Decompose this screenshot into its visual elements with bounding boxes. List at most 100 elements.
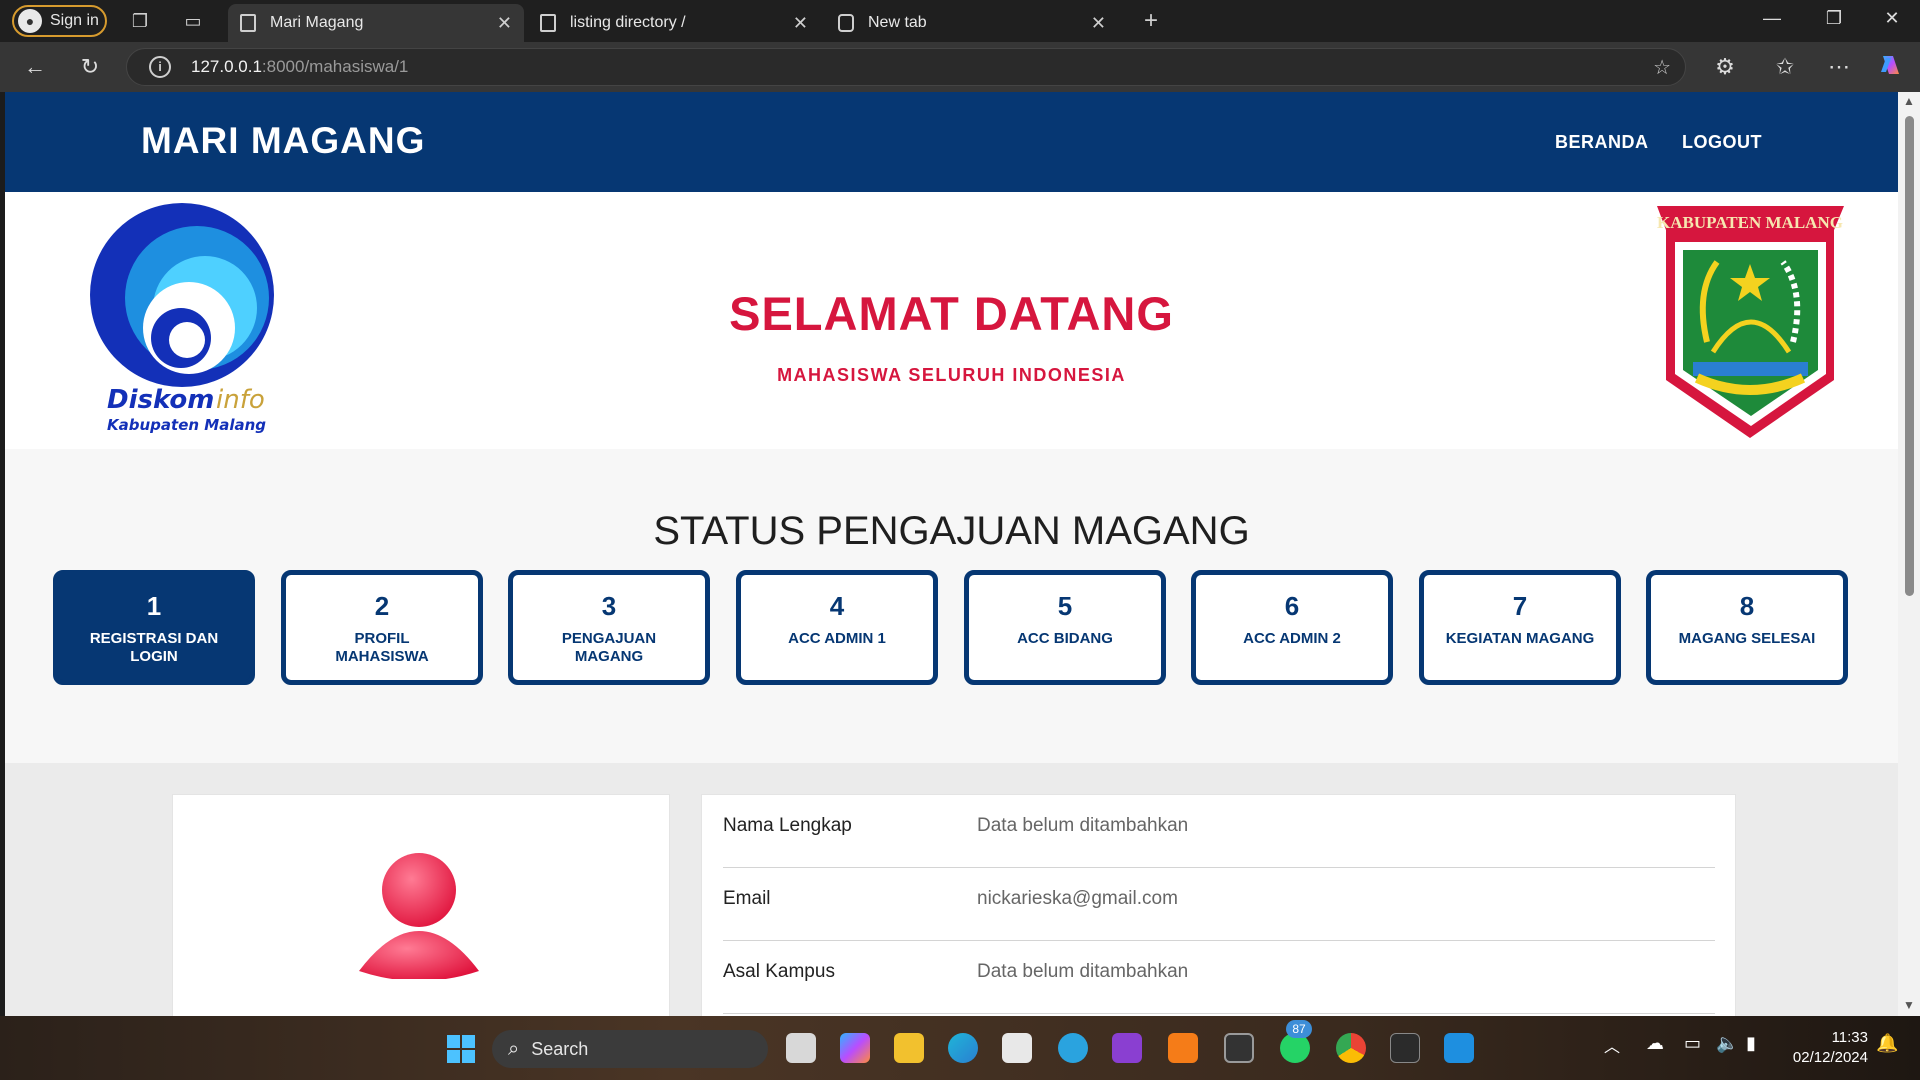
- step-number: 8: [1739, 591, 1755, 621]
- step-label: PENGAJUAN MAGANG: [561, 630, 657, 665]
- site-info-icon[interactable]: i: [149, 56, 171, 78]
- clock-date: 02/12/2024: [1792, 1049, 1868, 1066]
- telegram-icon[interactable]: [1058, 1033, 1088, 1063]
- step-label: KEGIATAN MAGANG: [1445, 630, 1595, 647]
- copilot-app-icon[interactable]: [840, 1033, 870, 1063]
- copilot-icon[interactable]: [1876, 52, 1906, 82]
- step-7: 7 KEGIATAN MAGANG: [1419, 570, 1621, 685]
- favorites-icon[interactable]: ✩: [1770, 52, 1800, 82]
- hero-title: SELAMAT DATANG: [729, 287, 1174, 340]
- tab-actions-icon[interactable]: ▭: [182, 10, 204, 32]
- step-label: ACC ADMIN 1: [788, 630, 886, 647]
- profile-photo-card: [172, 794, 670, 1016]
- restore-icon[interactable]: ❐: [1814, 8, 1854, 29]
- vscode-icon[interactable]: [1444, 1033, 1474, 1063]
- web-page: MARI MAGANG BERANDA LOGOUT Diskom info K…: [5, 92, 1898, 1016]
- whatsapp-badge: 87: [1286, 1020, 1312, 1038]
- nav-logout[interactable]: LOGOUT: [1682, 132, 1762, 153]
- page-icon: [540, 14, 556, 32]
- close-tab-icon[interactable]: ✕: [1091, 13, 1106, 34]
- sign-in-button[interactable]: ● Sign in: [12, 5, 107, 37]
- step-label: ACC BIDANG: [1017, 630, 1113, 647]
- close-window-icon[interactable]: ✕: [1872, 8, 1912, 29]
- tab-mari-magang[interactable]: Mari Magang ✕: [228, 4, 524, 42]
- profile-row-email: Email nickarieska@gmail.com: [723, 868, 1715, 941]
- profile-info-card: Nama Lengkap Data belum ditambahkan Emai…: [701, 794, 1736, 1016]
- reload-icon[interactable]: ↻: [75, 52, 105, 82]
- tab-title: New tab: [868, 14, 927, 31]
- step-label: REGISTRASI DAN LOGIN: [89, 630, 219, 665]
- taskbar-search[interactable]: ⌕ Search: [492, 1030, 768, 1068]
- xampp-icon[interactable]: [1168, 1033, 1198, 1063]
- favorite-star-icon[interactable]: ☆: [1653, 55, 1671, 80]
- taskbar-clock[interactable]: 11:33 02/12/2024: [1772, 1028, 1868, 1068]
- scroll-thumb[interactable]: [1905, 116, 1914, 596]
- step-number: 6: [1284, 591, 1300, 621]
- scroll-up-icon[interactable]: ▲: [1903, 94, 1915, 108]
- logo-text-info: info: [216, 385, 265, 415]
- tab-new-tab[interactable]: New tab ✕: [826, 4, 1118, 42]
- step-number: 7: [1512, 591, 1528, 621]
- step-label: PROFIL MAHASISWA: [335, 630, 429, 665]
- browser-toolbar: ← ↻ i 127.0.0.1 :8000/mahasiswa/1 ☆ ⚙ ✩ …: [0, 42, 1920, 92]
- sign-in-label: Sign in: [50, 12, 99, 29]
- site-brand[interactable]: MARI MAGANG: [141, 120, 425, 162]
- minimize-icon[interactable]: —: [1752, 8, 1792, 29]
- scroll-down-icon[interactable]: ▼: [1903, 998, 1915, 1012]
- kabupaten-malang-emblem: KABUPATEN MALANG: [1653, 202, 1848, 442]
- show-hidden-icons-icon[interactable]: ︿: [1604, 1033, 1624, 1063]
- new-tab-plus-icon[interactable]: +: [1140, 9, 1162, 33]
- row-label: Nama Lengkap: [723, 815, 852, 836]
- start-windows-icon[interactable]: [446, 1034, 476, 1064]
- logo-text-kab: Kabupaten Malang: [107, 416, 266, 434]
- microsoft-store-icon[interactable]: [1002, 1033, 1032, 1063]
- tab-title: Mari Magang: [270, 14, 364, 31]
- row-label: Asal Kampus: [723, 961, 835, 982]
- close-tab-icon[interactable]: ✕: [497, 13, 512, 34]
- workspaces-icon[interactable]: ❐: [129, 10, 151, 32]
- new-tab-page-icon: [838, 14, 854, 32]
- notification-bell-icon[interactable]: 🔔: [1876, 1033, 1900, 1063]
- row-label: Email: [723, 888, 771, 909]
- browser-tab-strip: ● Sign in ❐ ▭ Mari Magang ✕ listing dire…: [0, 0, 1920, 42]
- task-view-icon[interactable]: [786, 1033, 816, 1063]
- volume-icon[interactable]: 🔈: [1716, 1033, 1740, 1063]
- address-bar[interactable]: i 127.0.0.1 :8000/mahasiswa/1 ☆: [126, 48, 1686, 86]
- close-tab-icon[interactable]: ✕: [793, 13, 808, 34]
- profile-row-kampus: Asal Kampus Data belum ditambahkan: [723, 941, 1715, 1014]
- podcast-app-icon[interactable]: [1112, 1033, 1142, 1063]
- edge-icon[interactable]: [948, 1033, 978, 1063]
- tab-listing-directory[interactable]: listing directory / ✕: [528, 4, 820, 42]
- user-avatar-icon: [359, 853, 479, 979]
- file-explorer-icon[interactable]: [894, 1033, 924, 1063]
- network-icon[interactable]: ▭: [1684, 1033, 1708, 1063]
- chrome-icon[interactable]: [1336, 1033, 1366, 1063]
- emblem-text: KABUPATEN MALANG: [1657, 213, 1843, 232]
- step-4: 4 ACC ADMIN 1: [736, 570, 938, 685]
- logo-text-diskom: Diskom: [107, 385, 214, 415]
- step-5: 5 ACC BIDANG: [964, 570, 1166, 685]
- row-value: Data belum ditambahkan: [977, 961, 1189, 982]
- windows-taskbar: ⌕ Search 87 ︿ ☁ ▭ 🔈 ▮ 11:33 02/12/2024 🔔: [0, 1016, 1920, 1080]
- screen-recorder-icon[interactable]: [1224, 1033, 1254, 1063]
- step-label: ACC ADMIN 2: [1243, 630, 1341, 647]
- profile-icon: ●: [18, 9, 42, 33]
- extensions-icon[interactable]: ⚙: [1710, 52, 1740, 82]
- search-label: Search: [531, 1038, 589, 1059]
- page-scrollbar[interactable]: ▲ ▼: [1898, 92, 1920, 1016]
- row-value: nickarieska@gmail.com: [977, 888, 1178, 909]
- hero-subtitle: MAHASISWA SELURUH INDONESIA: [777, 365, 1126, 385]
- onedrive-icon[interactable]: ☁: [1646, 1033, 1670, 1063]
- back-icon[interactable]: ←: [20, 52, 50, 82]
- tab-title: listing directory /: [570, 14, 686, 31]
- terminal-icon[interactable]: [1390, 1033, 1420, 1063]
- step-1: 1 REGISTRASI DAN LOGIN: [53, 570, 255, 685]
- page-icon: [240, 14, 256, 32]
- nav-beranda[interactable]: BERANDA: [1555, 132, 1649, 153]
- step-6: 6 ACC ADMIN 2: [1191, 570, 1393, 685]
- profile-section: Nama Lengkap Data belum ditambahkan Emai…: [5, 763, 1898, 1016]
- clock-time: 11:33: [1831, 1029, 1868, 1046]
- step-number: 1: [146, 591, 162, 621]
- battery-icon[interactable]: ▮: [1746, 1033, 1770, 1063]
- more-menu-icon[interactable]: ⋯: [1824, 52, 1854, 82]
